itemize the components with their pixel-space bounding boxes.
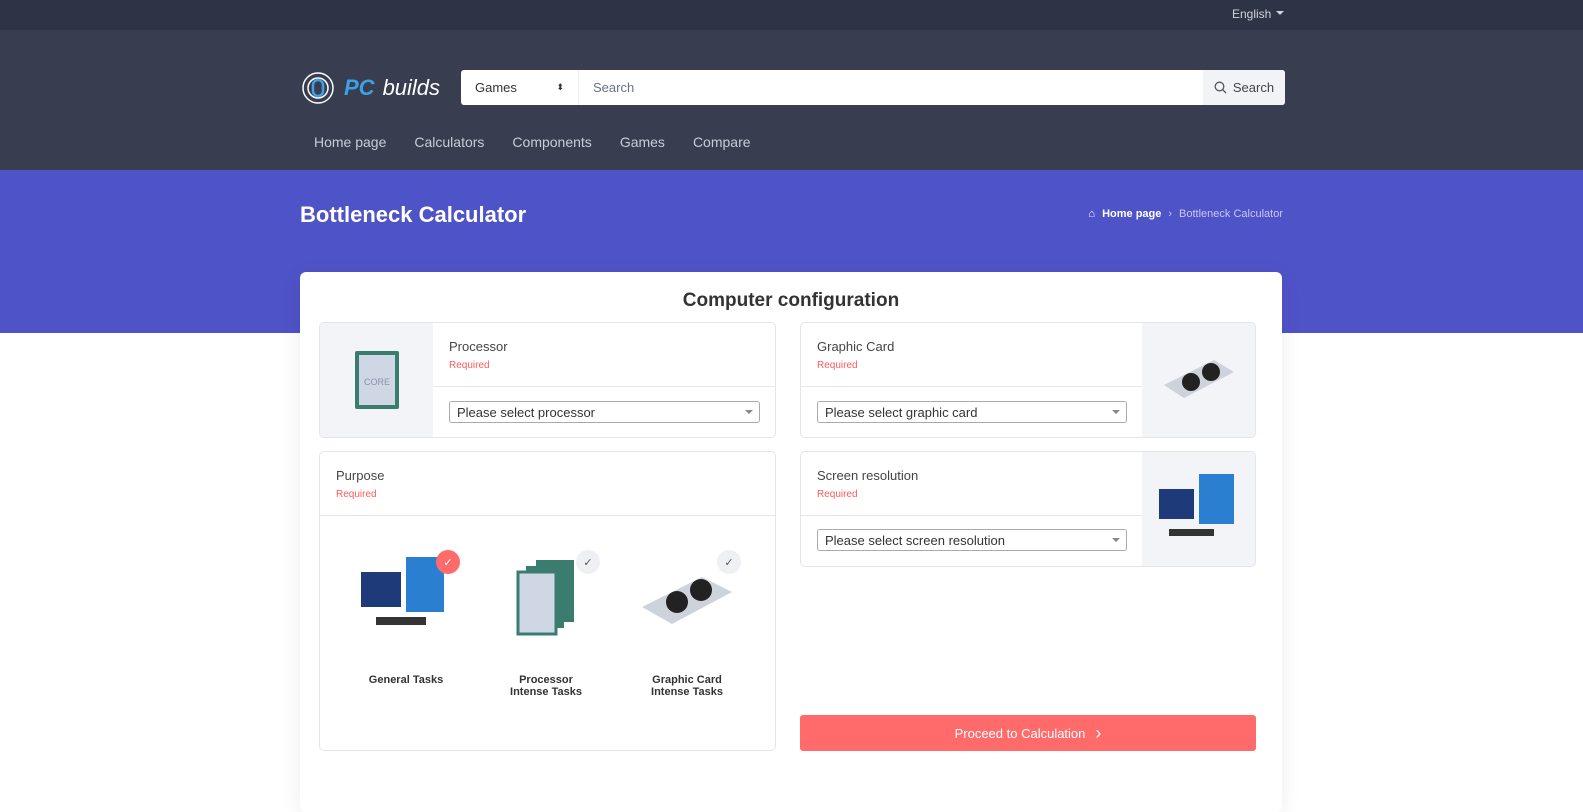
nav-games[interactable]: Games xyxy=(606,134,679,150)
page-title: Bottleneck Calculator xyxy=(300,202,527,227)
search-input[interactable] xyxy=(579,70,1203,105)
language-selector[interactable]: English xyxy=(1232,7,1284,21)
purpose-option-processor[interactable]: ✓ Processor Intense Tasks xyxy=(486,542,606,712)
proceed-button[interactable]: Proceed to Calculation › xyxy=(800,715,1256,751)
processor-select[interactable]: Please select processor xyxy=(449,401,760,423)
search-category-select[interactable]: Games ⬍ xyxy=(461,70,579,105)
breadcrumb-current: Bottleneck Calculator xyxy=(1179,208,1283,220)
processor-image: CORE xyxy=(320,323,433,437)
home-icon: ⌂ xyxy=(1088,208,1096,220)
top-bar: English xyxy=(0,0,1583,30)
graphic-card-required: Required xyxy=(817,360,858,371)
graphic-card-label: Graphic Card xyxy=(817,339,895,354)
chevron-right-icon: › xyxy=(1095,722,1102,743)
search-icon xyxy=(1214,81,1227,94)
processor-panel: CORE Processor Required Please select pro… xyxy=(319,322,776,438)
logo[interactable]: PC builds xyxy=(300,70,440,106)
search-button[interactable]: Search xyxy=(1203,70,1285,105)
nav-calculators[interactable]: Calculators xyxy=(400,134,498,150)
breadcrumb-home[interactable]: Home page xyxy=(1102,208,1161,220)
search-category-value: Games xyxy=(475,80,517,95)
check-icon: ✓ xyxy=(717,550,741,574)
check-selected-icon: ✓ xyxy=(436,550,460,574)
purpose-option-general[interactable]: ✓ General Tasks xyxy=(346,542,466,712)
proceed-label: Proceed to Calculation xyxy=(954,725,1086,741)
purpose-required: Required xyxy=(336,489,377,500)
graphic-card-image xyxy=(1142,323,1255,437)
purpose-gpu-label-1: Graphic Card xyxy=(652,674,722,686)
nav-components[interactable]: Components xyxy=(498,134,605,150)
nav-compare[interactable]: Compare xyxy=(679,134,765,150)
header: PC builds Games ⬍ Search Home page Calcula… xyxy=(0,30,1583,170)
screen-resolution-panel: Screen resolution Required Please select … xyxy=(800,451,1256,567)
config-title: Computer configuration xyxy=(682,290,900,311)
purpose-general-label: General Tasks xyxy=(368,674,444,686)
select-arrows-icon: ⬍ xyxy=(556,82,564,92)
nav-home[interactable]: Home page xyxy=(300,134,400,150)
main-nav: Home page Calculators Components Games C… xyxy=(300,134,765,150)
purpose-label: Purpose xyxy=(336,468,385,483)
processor-required: Required xyxy=(449,360,490,371)
graphic-card-panel: Graphic Card Required Please select graph… xyxy=(800,322,1256,438)
purpose-gpu-label-2: Intense Tasks xyxy=(651,686,723,698)
purpose-processor-label-1: Processor xyxy=(519,674,573,686)
resolution-required: Required xyxy=(817,489,858,500)
purpose-processor-label-2: Intense Tasks xyxy=(510,686,582,698)
check-icon: ✓ xyxy=(576,550,600,574)
configuration-card: Computer configuration CORE Processor Req… xyxy=(300,272,1282,812)
search-button-label: Search xyxy=(1232,80,1275,95)
graphic-card-select[interactable]: Please select graphic card xyxy=(817,401,1127,423)
resolution-select[interactable]: Please select screen resolution xyxy=(817,529,1127,551)
purpose-option-graphic-card[interactable]: ✓ Graphic Card Intense Tasks xyxy=(627,542,747,712)
logo-text-pc: PC xyxy=(344,75,375,100)
svg-text:CORE: CORE xyxy=(363,377,389,387)
resolution-label: Screen resolution xyxy=(817,468,919,483)
desktop-setup-image xyxy=(1142,452,1255,566)
purpose-panel: Purpose Required ✓ General Tasks ✓ Proces… xyxy=(319,451,776,751)
processor-label: Processor xyxy=(449,339,508,354)
search-bar: Games ⬍ Search xyxy=(461,70,1285,105)
breadcrumb: ⌂ Home page › Bottleneck Calculator xyxy=(1088,208,1283,220)
logo-text-builds: builds xyxy=(382,75,441,100)
logo-icon xyxy=(302,72,334,104)
chevron-right-icon: › xyxy=(1168,208,1173,220)
